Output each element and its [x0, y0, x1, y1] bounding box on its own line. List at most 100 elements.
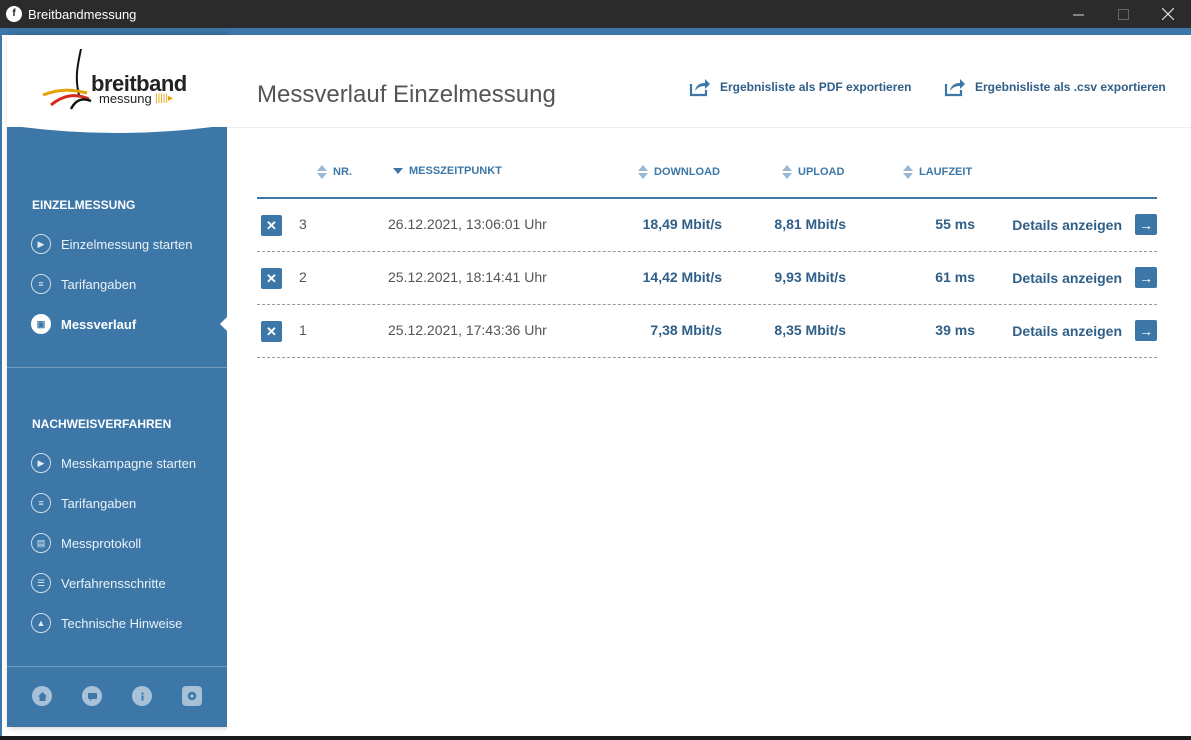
- close-button[interactable]: [1145, 0, 1191, 28]
- sidebar-item-label: Einzelmessung starten: [61, 236, 193, 252]
- person-card-icon: ≡: [31, 274, 51, 294]
- logo-area[interactable]: breitband messung |||||▸: [7, 35, 227, 127]
- window-border: [0, 28, 2, 740]
- export-csv-button[interactable]: Ergebnisliste als .csv exportieren: [944, 77, 1166, 97]
- active-indicator: [220, 317, 227, 331]
- details-label: Details anzeigen: [1012, 216, 1122, 233]
- maximize-button[interactable]: [1100, 0, 1146, 28]
- arrow-right-icon: →: [1135, 214, 1157, 235]
- page-title: Messverlauf Einzelmessung: [257, 81, 556, 108]
- sidebar-item-label: Tarifangaben: [61, 495, 137, 511]
- minimize-button[interactable]: [1055, 0, 1101, 28]
- app-icon: f: [6, 6, 22, 22]
- sidebar-item-messprotokoll[interactable]: ▤ Messprotokoll: [31, 529, 227, 557]
- warning-icon: ▲: [31, 613, 51, 633]
- cell-nr: 3: [299, 216, 307, 232]
- chat-glyph: [87, 692, 97, 701]
- cell-laufzeit: 55 ms: [935, 216, 975, 232]
- window-bottom-edge: [0, 736, 1191, 740]
- table-row: ✕ 2 25.12.2021, 18:14:41 Uhr 14,42 Mbit/…: [257, 252, 1157, 305]
- info-glyph: [141, 692, 143, 700]
- details-label: Details anzeigen: [1012, 269, 1122, 286]
- person-card-icon: ≡: [31, 493, 51, 513]
- gear-glyph: [187, 691, 197, 701]
- sidebar-item-label: Messkampagne starten: [61, 455, 197, 471]
- accent-bar: [0, 28, 1191, 35]
- sidebar-item-tarifangaben[interactable]: ≡ Tarifangaben: [31, 270, 227, 298]
- sidebar-item-label: Messverlauf: [61, 316, 137, 332]
- sidebar-item-verfahrensschritte[interactable]: ☰ Verfahrensschritte: [31, 569, 227, 597]
- cell-messzeitpunkt: 26.12.2021, 13:06:01 Uhr: [388, 216, 547, 232]
- sidebar-item-tarifangaben-nachweis[interactable]: ≡ Tarifangaben: [31, 489, 227, 517]
- cell-download: 7,38 Mbit/s: [650, 322, 722, 338]
- home-icon[interactable]: [32, 686, 52, 706]
- export-pdf-label: Ergebnisliste als PDF exportieren: [720, 80, 912, 94]
- sidebar-item-label: Messprotokoll: [61, 535, 142, 551]
- play-icon: ▶: [31, 453, 51, 473]
- column-header-upload[interactable]: UPLOAD: [782, 165, 844, 179]
- cell-download: 14,42 Mbit/s: [642, 269, 722, 285]
- column-header-messzeitpunkt[interactable]: MESSZEITPUNKT: [393, 165, 502, 177]
- delete-button[interactable]: ✕: [261, 268, 282, 289]
- home-glyph: [37, 691, 47, 701]
- cell-upload: 9,93 Mbit/s: [774, 269, 846, 285]
- sort-icon: [782, 165, 792, 179]
- sidebar-item-label: Technische Hinweise: [61, 615, 183, 631]
- sort-icon: [393, 168, 403, 174]
- cell-messzeitpunkt: 25.12.2021, 18:14:41 Uhr: [388, 269, 547, 285]
- cell-upload: 8,35 Mbit/s: [774, 322, 846, 338]
- details-label: Details anzeigen: [1012, 322, 1122, 339]
- window-title: Breitbandmessung: [28, 7, 137, 22]
- cell-nr: 2: [299, 269, 307, 285]
- export-icon: [944, 79, 965, 97]
- cell-upload: 8,81 Mbit/s: [774, 216, 846, 232]
- sort-icon: [638, 165, 648, 179]
- cell-download: 18,49 Mbit/s: [642, 216, 722, 232]
- section-heading-nachweisverfahren: NACHWEISVERFAHREN: [32, 417, 172, 431]
- close-icon: [1162, 8, 1174, 20]
- details-link[interactable]: Details anzeigen →: [1012, 267, 1157, 288]
- export-icon: [689, 79, 710, 97]
- close-icon: ✕: [266, 217, 277, 233]
- settings-icon[interactable]: [182, 686, 202, 706]
- delete-button[interactable]: ✕: [261, 321, 282, 342]
- sidebar-item-messverlauf[interactable]: ▣ Messverlauf: [31, 310, 227, 338]
- main-content: Messverlauf Einzelmessung Ergebnisliste …: [227, 35, 1191, 736]
- column-header-download[interactable]: DOWNLOAD: [638, 165, 720, 179]
- close-icon: ✕: [266, 270, 277, 286]
- cell-laufzeit: 39 ms: [935, 322, 975, 338]
- sidebar-item-technische-hinweise[interactable]: ▲ Technische Hinweise: [31, 609, 227, 637]
- sort-icon: [903, 165, 913, 179]
- column-header-laufzeit[interactable]: LAUFZEIT: [903, 165, 972, 179]
- sidebar-item-messkampagne-starten[interactable]: ▶ Messkampagne starten: [31, 449, 227, 477]
- header-separator: [227, 127, 1191, 128]
- cell-nr: 1: [299, 322, 307, 338]
- sidebar-divider: [7, 666, 227, 667]
- logo-curve: [7, 115, 227, 133]
- sort-icon: [317, 165, 327, 179]
- section-heading-einzelmessung: EINZELMESSUNG: [32, 198, 136, 212]
- column-header-nr[interactable]: NR.: [317, 165, 352, 179]
- list-icon: ☰: [31, 573, 51, 593]
- export-pdf-button[interactable]: Ergebnisliste als PDF exportieren: [689, 77, 911, 97]
- logo-bars-icon: |||||▸: [155, 93, 174, 104]
- delete-button[interactable]: ✕: [261, 215, 282, 236]
- sidebar-item-label: Verfahrensschritte: [61, 575, 166, 591]
- document-icon: ▤: [31, 533, 51, 553]
- title-bar: f Breitbandmessung: [0, 0, 1191, 28]
- chat-icon[interactable]: [82, 686, 102, 706]
- play-icon: ▶: [31, 234, 51, 254]
- table-row: ✕ 3 26.12.2021, 13:06:01 Uhr 18,49 Mbit/…: [257, 199, 1157, 252]
- details-link[interactable]: Details anzeigen →: [1012, 320, 1157, 341]
- minimize-icon: [1072, 14, 1084, 15]
- sidebar-item-einzelmessung-starten[interactable]: ▶ Einzelmessung starten: [31, 230, 227, 258]
- sidebar-item-label: Tarifangaben: [61, 276, 137, 292]
- cell-laufzeit: 61 ms: [935, 269, 975, 285]
- arrow-right-icon: →: [1135, 320, 1157, 341]
- sidebar-footer: [7, 680, 227, 714]
- export-csv-label: Ergebnisliste als .csv exportieren: [975, 80, 1166, 94]
- details-link[interactable]: Details anzeigen →: [1012, 214, 1157, 235]
- maximize-icon: [1117, 8, 1129, 20]
- logo-subtext: messung: [99, 91, 152, 106]
- info-icon[interactable]: [132, 686, 152, 706]
